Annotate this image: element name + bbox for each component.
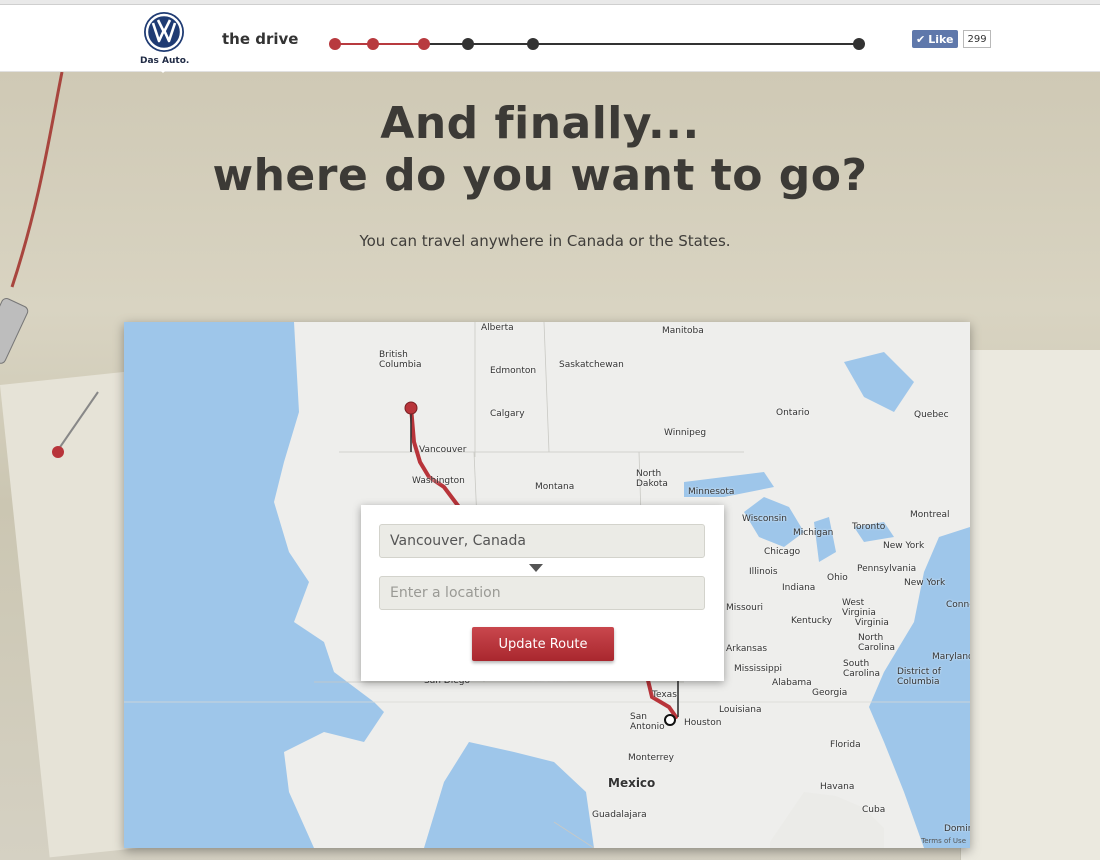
map-label: South Carolina	[843, 659, 881, 679]
map-label: Guadalajara	[592, 810, 647, 820]
origin-pin-icon[interactable]	[404, 401, 418, 415]
progress-step[interactable]	[462, 38, 474, 50]
map-label: Florida	[830, 740, 861, 750]
headline-line-1: And finally...	[380, 98, 700, 149]
route-dialog: Update Route	[361, 505, 724, 681]
map-label: Ontario	[776, 408, 810, 418]
progress-step[interactable]	[418, 38, 430, 50]
map-label: San Antonio	[630, 712, 665, 732]
map-label: Texas	[652, 690, 677, 700]
map-label: Quebec	[914, 410, 949, 420]
map-label: British Columbia	[379, 350, 422, 370]
map-label: Winnipeg	[664, 428, 707, 438]
headline-line-2: where do you want to go?	[212, 150, 868, 201]
map-label: Alabama	[772, 678, 812, 688]
map-label: North Dakota	[636, 469, 668, 489]
logo-pointer	[156, 66, 170, 73]
decorative-rope	[0, 72, 99, 458]
map-label: Chicago	[764, 547, 801, 557]
map-label: Indiana	[782, 583, 816, 593]
update-route-button[interactable]: Update Route	[472, 627, 614, 661]
map-label: Toronto	[852, 522, 886, 532]
map-pin-icon	[52, 446, 64, 458]
map-label: Ohio	[827, 573, 848, 583]
step-progress	[328, 33, 868, 55]
destination-input[interactable]	[379, 576, 705, 610]
like-button[interactable]: ✔ Like	[912, 30, 959, 48]
map-label: New York	[883, 541, 925, 551]
header-title: the drive	[222, 30, 299, 48]
vw-logo[interactable]: Das Auto.	[140, 11, 190, 66]
map-label: Cuba	[862, 805, 886, 815]
page-subheadline: You can travel anywhere in Canada or the…	[359, 232, 731, 250]
progress-step[interactable]	[329, 38, 341, 50]
map-label: Manitoba	[662, 326, 704, 336]
map-label: Edmonton	[490, 366, 537, 376]
progress-step[interactable]	[853, 38, 865, 50]
origin-input[interactable]	[379, 524, 705, 558]
map-label: Missouri	[726, 603, 764, 613]
like-label: Like	[928, 32, 954, 46]
map-label: District of Columbia	[897, 667, 941, 687]
map-label: Vancouver	[419, 445, 467, 455]
map-label: North Carolina	[858, 633, 896, 653]
map-label: Minnesota	[688, 487, 735, 497]
map-label: Connecticut	[946, 600, 970, 610]
top-header: Das Auto. the drive ✔ Like 299	[0, 5, 1100, 72]
map-label: Mexico	[608, 776, 656, 790]
map-label: Washington	[412, 476, 465, 486]
map-label: Kentucky	[791, 616, 833, 626]
map-label: Montana	[535, 482, 575, 492]
map-label: Monterrey	[628, 753, 674, 763]
progress-step[interactable]	[367, 38, 379, 50]
map-label: New York	[904, 578, 946, 588]
map-label: Arkansas	[726, 644, 768, 654]
vw-logo-icon	[144, 12, 184, 52]
like-count: 299	[963, 30, 991, 48]
map-label: Havana	[820, 782, 855, 792]
map-label: Dominican Republic	[944, 824, 970, 834]
brand-tagline: Das Auto.	[140, 56, 190, 66]
map-label: Virginia	[855, 618, 889, 628]
map-label: West Virginia	[842, 598, 876, 618]
map-label: Montreal	[910, 510, 950, 520]
map-label: Calgary	[490, 409, 525, 419]
caret-down-icon	[529, 564, 543, 572]
map-label: Mississippi	[734, 664, 782, 674]
map-label: Georgia	[812, 688, 848, 698]
map-label: Houston	[684, 718, 722, 728]
paper-sheet-right	[960, 350, 1100, 860]
map-label: Maryland	[932, 652, 970, 662]
map-label: Wisconsin	[742, 514, 787, 524]
map-label: Saskatchewan	[559, 360, 624, 370]
map-label: Michigan	[793, 528, 834, 538]
facebook-like[interactable]: ✔ Like 299	[912, 29, 991, 49]
progress-step[interactable]	[527, 38, 539, 50]
map-label: Illinois	[749, 567, 778, 577]
thumbs-up-icon: ✔	[916, 32, 926, 46]
map-label: Alberta	[481, 323, 514, 333]
map-terms-link[interactable]: Terms of Use	[921, 837, 966, 845]
page-headline: And finally... where do you want to go?	[140, 98, 940, 202]
map-label: Pennsylvania	[857, 564, 917, 574]
map-label: Louisiana	[719, 705, 762, 715]
